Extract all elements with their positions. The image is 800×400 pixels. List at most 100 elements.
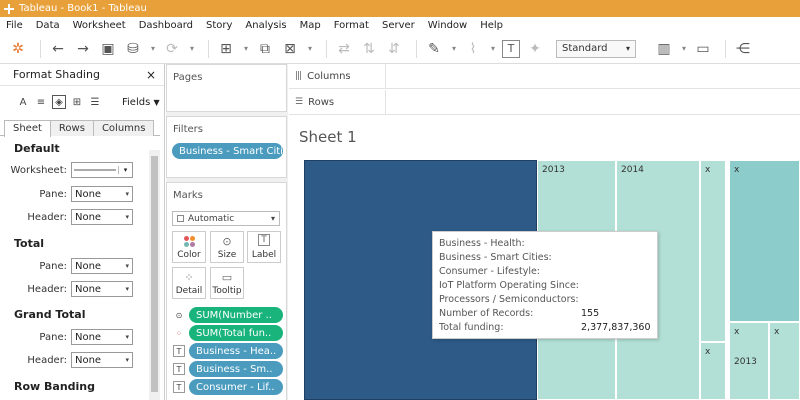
mark-type-dropdown[interactable]: Automatic ▾ [172,211,280,226]
tooltip-row: Total funding: 2,377,837,360 [439,322,651,336]
marks-field-pill[interactable]: Business - Sm.. [189,361,283,377]
menu-map[interactable]: Map [294,20,328,31]
menu-window[interactable]: Window [422,20,474,31]
marks-field-pill[interactable]: SUM(Number .. [189,307,283,323]
highlight-icon[interactable]: ✎ [424,39,444,59]
close-icon[interactable]: × [146,68,156,82]
tooltip-button[interactable]: ▭ Tooltip [210,267,244,299]
menu-worksheet[interactable]: Worksheet [67,20,133,31]
default-pane-dropdown[interactable]: None ▾ [71,186,133,202]
menu-data[interactable]: Data [30,20,67,31]
attach-icon[interactable]: ⌇ [463,39,483,59]
rows-shelf[interactable]: ☰ Rows [289,90,800,115]
menu-file[interactable]: File [0,20,30,31]
color-icon [183,232,195,250]
filter-pill[interactable]: Business - Smart Citi.. [172,143,283,159]
chevron-down-icon: ▾ [118,166,132,174]
marks-field-row: T Business - Hea.. [173,343,283,359]
new-worksheet-dropdown-icon[interactable]: ▾ [241,39,251,59]
refresh-icon[interactable]: ⟳ [162,39,182,59]
color-icon: ⁘ [173,327,185,339]
tab-sheet[interactable]: Sheet [4,120,51,137]
fit-select[interactable]: Standard ▾ [556,39,636,58]
chevron-down-icon: ▾ [125,285,129,293]
menu-dashboard[interactable]: Dashboard [133,20,200,31]
duplicate-icon[interactable]: ⧉ [255,39,275,59]
redo-icon[interactable]: → [73,39,93,59]
total-header-dropdown[interactable]: None ▾ [71,281,133,297]
marks-field-pill[interactable]: SUM(Total fun.. [189,325,283,341]
treemap-cell[interactable]: x [700,342,726,400]
toolbar-separator [725,39,726,58]
total-pane-row: Pane: None ▾ [0,258,148,274]
window-title: Tableau - Book1 - Tableau [19,3,147,14]
grand-total-header-dropdown[interactable]: None ▾ [71,352,133,368]
format-shading-icon[interactable]: ◈ [52,95,66,109]
color-button[interactable]: Color [172,231,206,263]
total-pane-dropdown[interactable]: None ▾ [71,258,133,274]
refresh-dropdown-icon[interactable]: ▾ [187,39,197,59]
grand-total-pane-dropdown[interactable]: None ▾ [71,329,133,345]
tooltip-key: Consumer - Lifestyle: [439,266,541,277]
show-me-icon[interactable]: ▥ [654,39,674,59]
dropdown-value: None [75,211,102,223]
clear-icon[interactable]: ⊠ [280,39,300,59]
tooltip-icon: ▭ [221,270,233,284]
menu-story[interactable]: Story [200,20,239,31]
data-source-dropdown-icon[interactable]: ▾ [148,39,158,59]
pane-label: Pane: [39,331,67,343]
show-labels-icon[interactable]: T [502,39,520,58]
attach-dropdown-icon[interactable]: ▾ [488,39,498,59]
menu-help[interactable]: Help [474,20,510,31]
format-borders-icon[interactable]: ⊞ [70,95,84,109]
treemap-cell[interactable]: x [729,160,800,322]
worksheet-shading-dropdown[interactable]: ▾ [71,162,133,178]
show-me-dropdown-icon[interactable]: ▾ [679,39,689,59]
clear-dropdown-icon[interactable]: ▾ [305,39,315,59]
share-icon[interactable]: ⋲ [733,39,753,59]
pin-icon[interactable]: ✦ [525,39,545,59]
save-icon[interactable]: ▣ [98,39,118,59]
tableau-logo-icon[interactable]: ✲ [8,39,28,59]
tab-rows[interactable]: Rows [49,120,94,136]
text-icon: T [173,363,185,375]
menu-analysis[interactable]: Analysis [239,20,293,31]
label-button[interactable]: T Label [247,231,281,263]
size-button[interactable]: ⊙ Size [210,231,244,263]
treemap-label: x [734,165,740,175]
format-alignment-icon[interactable]: ≡ [34,95,48,109]
tooltip-row: Consumer - Lifestyle: [439,266,581,280]
dropdown-value: None [75,283,102,295]
section-grand-total-title: Grand Total [14,308,86,321]
detail-button[interactable]: ⁘ Detail [172,267,206,299]
format-font-icon[interactable]: A [16,95,30,109]
tab-columns[interactable]: Columns [92,120,155,136]
tooltip-key: Business - Health: [439,238,525,249]
menu-bar: File Data Worksheet Dashboard Story Anal… [0,17,800,34]
marks-field-pill[interactable]: Business - Hea.. [189,343,283,359]
new-data-source-icon[interactable]: ⛁ [123,39,143,59]
presentation-icon[interactable]: ▭ [693,39,713,59]
menu-server[interactable]: Server [376,20,422,31]
columns-shelf[interactable]: ||| Columns [289,64,800,89]
format-panel-scrollbar[interactable] [149,150,160,400]
format-lines-icon[interactable]: ☰ [88,95,102,109]
default-header-dropdown[interactable]: None ▾ [71,209,133,225]
sort-descending-icon[interactable]: ⇵ [384,39,404,59]
treemap-label: x [705,347,711,357]
treemap-label: x [734,327,740,337]
new-worksheet-icon[interactable]: ⊞ [216,39,236,59]
highlight-dropdown-icon[interactable]: ▾ [449,39,459,59]
treemap-cell[interactable]: x [769,322,800,400]
swap-icon[interactable]: ⇄ [334,39,354,59]
marks-field-pill[interactable]: Consumer - Lif.. [189,379,283,395]
treemap-cell[interactable]: x 2013 [729,322,769,400]
scrollbar-thumb[interactable] [151,156,158,392]
undo-icon[interactable]: ← [48,39,68,59]
tooltip-key: Total funding: [439,322,504,333]
menu-format[interactable]: Format [328,20,376,31]
treemap-cell[interactable]: x [700,160,726,342]
label-icon: T [258,234,270,246]
sort-ascending-icon[interactable]: ⇅ [359,39,379,59]
fields-dropdown[interactable]: Fields ▼ [122,97,160,108]
